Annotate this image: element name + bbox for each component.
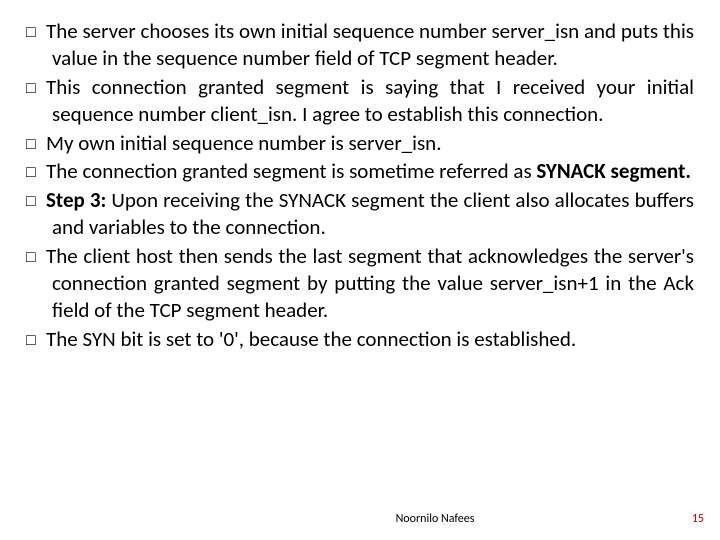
square-bullet-icon: □ (26, 135, 46, 155)
bullet-item: □ My own initial sequence number is serv… (26, 130, 694, 157)
bullet-item: □ Step 3: Upon receiving the SYNACK segm… (26, 187, 694, 241)
bullet-text: The SYN bit is set to '0', because the c… (46, 326, 576, 352)
bullet-item: □ The connection granted segment is some… (26, 158, 694, 185)
bullet-item: □ The client host then sends the last se… (26, 243, 694, 324)
bullet-text-post: Upon receiving the SYNACK segment the cl… (52, 187, 694, 240)
slide: □ The server chooses its own initial seq… (0, 0, 720, 540)
bullet-text: The client host then sends the last segm… (46, 243, 694, 323)
bullet-text-pre: The connection granted segment is someti… (46, 158, 536, 184)
square-bullet-icon: □ (26, 331, 46, 351)
square-bullet-icon: □ (26, 192, 46, 212)
bullet-text: The server chooses its own initial seque… (46, 18, 694, 71)
bullet-text: My own initial sequence number is server… (46, 130, 442, 156)
bullet-text-bold: Step 3: (46, 187, 106, 213)
bullet-text: This connection granted segment is sayin… (46, 74, 694, 127)
footer-page-number: 15 (692, 512, 704, 526)
footer-author: Noornilo Nafees (150, 512, 720, 526)
square-bullet-icon: □ (26, 163, 46, 183)
square-bullet-icon: □ (26, 79, 46, 99)
square-bullet-icon: □ (26, 248, 46, 268)
bullet-item: □ The SYN bit is set to '0', because the… (26, 326, 694, 353)
bullet-item: □ This connection granted segment is say… (26, 74, 694, 128)
square-bullet-icon: □ (26, 23, 46, 43)
bullet-item: □ The server chooses its own initial seq… (26, 18, 694, 72)
slide-body: □ The server chooses its own initial seq… (26, 18, 694, 353)
bullet-text-bold: SYNACK segment. (536, 158, 691, 184)
